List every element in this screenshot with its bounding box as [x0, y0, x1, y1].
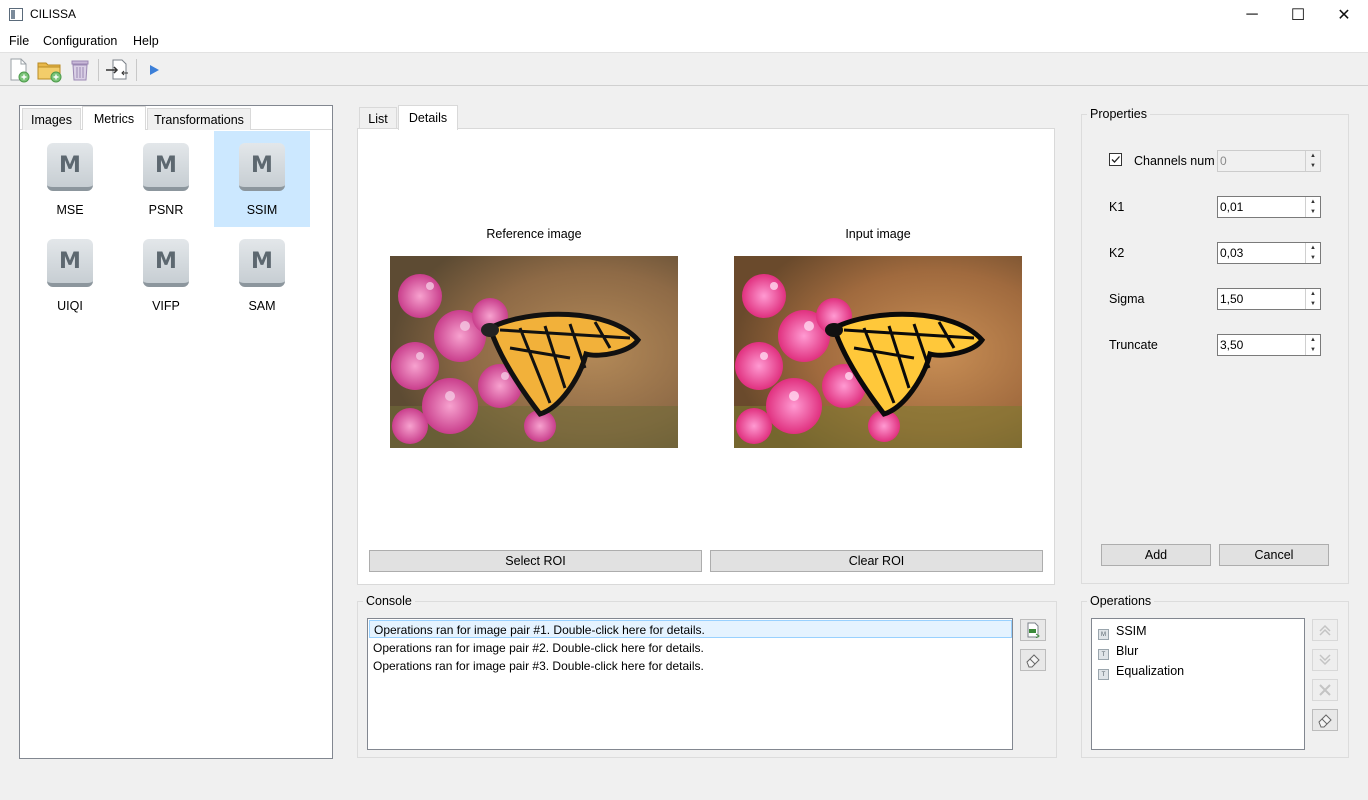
- k2-input[interactable]: 0,03 ▲ ▼: [1217, 242, 1321, 264]
- operations-list: M SSIM T Blur T Equalization: [1091, 618, 1305, 750]
- trash-icon[interactable]: [68, 57, 92, 83]
- app-icon: [9, 8, 23, 21]
- metric-label: SSIM: [246, 203, 278, 217]
- console-list: Operations ran for image pair #1. Double…: [367, 618, 1013, 750]
- operation-item[interactable]: T Blur: [1098, 644, 1138, 660]
- metric-icon: M: [47, 143, 93, 191]
- menu-bar: [0, 30, 1368, 52]
- channels-checkbox[interactable]: [1109, 153, 1122, 166]
- k2-value: 0,03: [1220, 246, 1244, 260]
- metric-label: PSNR: [148, 203, 184, 217]
- x-icon: [1319, 684, 1331, 696]
- tab-details[interactable]: Details: [398, 105, 458, 130]
- spin-arrows[interactable]: ▲ ▼: [1305, 243, 1320, 263]
- operation-label: Equalization: [1116, 664, 1185, 678]
- chevron-down-icon: [1319, 654, 1331, 666]
- console-row[interactable]: Operations ran for image pair #3. Double…: [369, 657, 1012, 675]
- tab-images[interactable]: Images: [22, 108, 81, 130]
- reference-image-caption: Reference image: [486, 227, 582, 241]
- truncate-label: Truncate: [1109, 338, 1158, 352]
- metric-psnr[interactable]: M PSNR: [118, 131, 214, 227]
- channels-num-input: 0 ▲ ▼: [1217, 150, 1321, 172]
- metric-op-icon: M: [1098, 629, 1109, 640]
- operation-label: SSIM: [1116, 624, 1147, 638]
- tab-list[interactable]: List: [359, 107, 397, 129]
- input-image[interactable]: [734, 256, 1022, 448]
- channels-num-value: 0: [1220, 154, 1227, 168]
- metric-icon: M: [143, 143, 189, 191]
- tab-transformations[interactable]: Transformations: [147, 108, 251, 130]
- metric-label: VIFP: [152, 299, 180, 313]
- metric-mse[interactable]: M MSE: [22, 131, 118, 227]
- console-title: Console: [363, 594, 415, 608]
- metric-icon: M: [143, 239, 189, 287]
- sigma-label: Sigma: [1109, 292, 1145, 306]
- eraser-icon: [1026, 654, 1040, 668]
- title-bar: CILISSA ─ ☐ ✕: [0, 0, 1368, 30]
- truncate-value: 3,50: [1220, 338, 1244, 352]
- metric-label: MSE: [56, 203, 84, 217]
- menu-file[interactable]: File: [9, 34, 29, 48]
- menu-help[interactable]: Help: [133, 34, 159, 48]
- operation-item[interactable]: M SSIM: [1098, 624, 1147, 640]
- toolbar-separator: [136, 59, 137, 81]
- sigma-input[interactable]: 1,50 ▲ ▼: [1217, 288, 1321, 310]
- k1-label: K1: [1109, 200, 1125, 214]
- transformation-op-icon: T: [1098, 669, 1109, 680]
- close-button[interactable]: ✕: [1321, 0, 1367, 30]
- clear-roi-button[interactable]: Clear ROI: [710, 550, 1043, 572]
- add-button[interactable]: Add: [1101, 544, 1211, 566]
- k2-label: K2: [1109, 246, 1125, 260]
- metric-label: UIQI: [57, 299, 83, 313]
- metric-uiqi[interactable]: M UIQI: [22, 227, 118, 323]
- k1-input[interactable]: 0,01 ▲ ▼: [1217, 196, 1321, 218]
- spin-arrows[interactable]: ▲ ▼: [1305, 289, 1320, 309]
- cancel-button[interactable]: Cancel: [1219, 544, 1329, 566]
- properties-title: Properties: [1087, 107, 1150, 121]
- operations-title: Operations: [1087, 594, 1155, 608]
- metric-icon: M: [47, 239, 93, 287]
- metric-sam[interactable]: M SAM: [214, 227, 310, 323]
- k1-value: 0,01: [1220, 200, 1244, 214]
- new-file-icon[interactable]: [7, 57, 31, 83]
- export-log-button[interactable]: [1020, 619, 1046, 641]
- open-folder-icon[interactable]: [36, 57, 64, 83]
- maximize-button[interactable]: ☐: [1275, 0, 1321, 30]
- minimize-button[interactable]: ─: [1229, 0, 1275, 30]
- chevron-up-icon: [1319, 624, 1331, 636]
- toolbar: [0, 52, 1368, 86]
- truncate-input[interactable]: 3,50 ▲ ▼: [1217, 334, 1321, 356]
- metric-vifp[interactable]: M VIFP: [118, 227, 214, 323]
- reference-image[interactable]: [390, 256, 678, 448]
- tab-metrics[interactable]: Metrics: [82, 106, 146, 130]
- transformation-op-icon: T: [1098, 649, 1109, 660]
- metric-icon: M: [239, 239, 285, 287]
- metric-label: SAM: [248, 299, 276, 313]
- menu-configuration[interactable]: Configuration: [43, 34, 117, 48]
- sigma-value: 1,50: [1220, 292, 1244, 306]
- console-row[interactable]: Operations ran for image pair #1. Double…: [369, 620, 1012, 638]
- operation-label: Blur: [1116, 644, 1139, 658]
- select-roi-button[interactable]: Select ROI: [369, 550, 702, 572]
- input-image-caption: Input image: [845, 227, 911, 241]
- spin-arrows[interactable]: ▲ ▼: [1305, 335, 1320, 355]
- toolbar-separator: [98, 59, 99, 81]
- operation-item[interactable]: T Equalization: [1098, 664, 1184, 680]
- move-up-button[interactable]: [1312, 619, 1338, 641]
- eraser-icon: [1318, 714, 1332, 728]
- channels-num-label: Channels num: [1134, 154, 1215, 168]
- console-row[interactable]: Operations ran for image pair #2. Double…: [369, 639, 1012, 657]
- metric-ssim[interactable]: M SSIM: [214, 131, 310, 227]
- move-down-button[interactable]: [1312, 649, 1338, 671]
- clear-console-button[interactable]: [1020, 649, 1046, 671]
- clear-operations-button[interactable]: [1312, 709, 1338, 731]
- metric-icon: M: [239, 143, 285, 191]
- spin-arrows: ▲ ▼: [1305, 151, 1320, 171]
- export-icon: [1027, 622, 1040, 638]
- window-title: CILISSA: [30, 7, 77, 21]
- spin-arrows[interactable]: ▲ ▼: [1305, 197, 1320, 217]
- remove-button[interactable]: [1312, 679, 1338, 701]
- import-icon[interactable]: [104, 57, 130, 83]
- run-icon[interactable]: [146, 62, 162, 78]
